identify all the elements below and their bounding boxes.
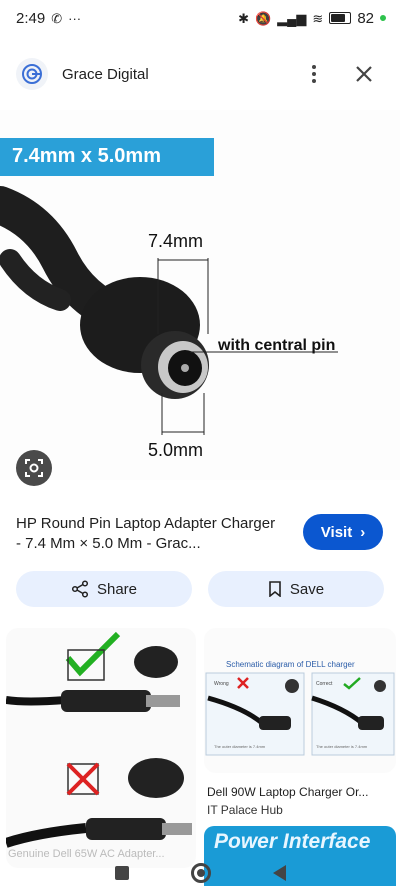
site-name[interactable]: Grace Digital — [62, 66, 149, 83]
system-nav-bar — [0, 858, 400, 888]
visit-label: Visit — [320, 523, 353, 541]
result-title[interactable]: HP Round Pin Laptop Adapter Charger - 7.… — [16, 514, 278, 554]
related-result-2-source: IT Palace Hub — [207, 803, 283, 817]
share-icon — [71, 580, 89, 598]
dimension-inner-label: 5.0mm — [148, 440, 203, 460]
signal-icon: ▂▄▆ — [277, 10, 307, 26]
chevron-right-icon: › — [360, 523, 366, 541]
battery-icon — [329, 12, 352, 24]
status-time: 2:49 — [16, 9, 46, 27]
home-icon[interactable] — [190, 863, 211, 883]
more-notifications-icon: ··· — [68, 10, 82, 26]
related-image-2-title: Schematic diagram of DELL charger — [226, 660, 355, 669]
dimension-outer-label: 7.4mm — [148, 231, 203, 251]
correct-label: Correct — [316, 681, 333, 687]
battery-level: 82 — [357, 9, 374, 27]
recents-icon[interactable] — [114, 866, 129, 880]
dimension-pin-label: with central pin — [217, 337, 335, 354]
more-options-icon[interactable] — [304, 60, 324, 88]
back-icon[interactable] — [272, 865, 286, 881]
related-image-2-note-2: The outer diameter is 7.4mm — [316, 744, 368, 749]
bluetooth-icon: ✱ — [238, 10, 249, 26]
status-bar: 2:49 ✆ ··· ✱ 🔕 ▂▄▆ ≋ 82 — [0, 0, 400, 36]
wifi-icon: ≋ — [312, 10, 324, 26]
related-result-2[interactable]: Schematic diagram of DELL charger Wrong … — [204, 628, 396, 773]
mute-icon: 🔕 — [255, 10, 272, 26]
close-icon[interactable] — [350, 60, 378, 88]
result-header: Grace Digital — [0, 46, 400, 102]
privacy-dot-icon — [380, 15, 386, 21]
share-label: Share — [96, 580, 138, 598]
related-result-1[interactable] — [6, 628, 196, 868]
related-image-1 — [6, 631, 192, 848]
connector-photo: 7.4mm with central pin 5.0mm — [0, 186, 338, 460]
related-result-3-banner: Power Interface — [214, 830, 371, 853]
main-image[interactable]: 7.4mm x 5.0mm 7.4mm with central pin 5.0… — [0, 110, 400, 480]
save-label: Save — [289, 580, 325, 598]
wrong-label: Wrong — [214, 681, 229, 687]
bookmark-icon — [269, 581, 281, 597]
site-logo-icon[interactable] — [16, 58, 48, 90]
related-result-2-title[interactable]: Dell 90W Laptop Charger Or... — [207, 785, 391, 799]
whatsapp-icon: ✆ — [51, 10, 63, 26]
save-button[interactable]: Save — [208, 571, 384, 607]
share-button[interactable]: Share — [16, 571, 192, 607]
action-row: Share Save — [16, 571, 384, 607]
visit-button[interactable]: Visit › — [303, 514, 383, 550]
related-image-2: Schematic diagram of DELL charger Wrong … — [205, 660, 395, 756]
lens-search-icon[interactable] — [16, 450, 52, 486]
related-image-2-note: The outer diameter is 7.4mm — [214, 744, 266, 749]
